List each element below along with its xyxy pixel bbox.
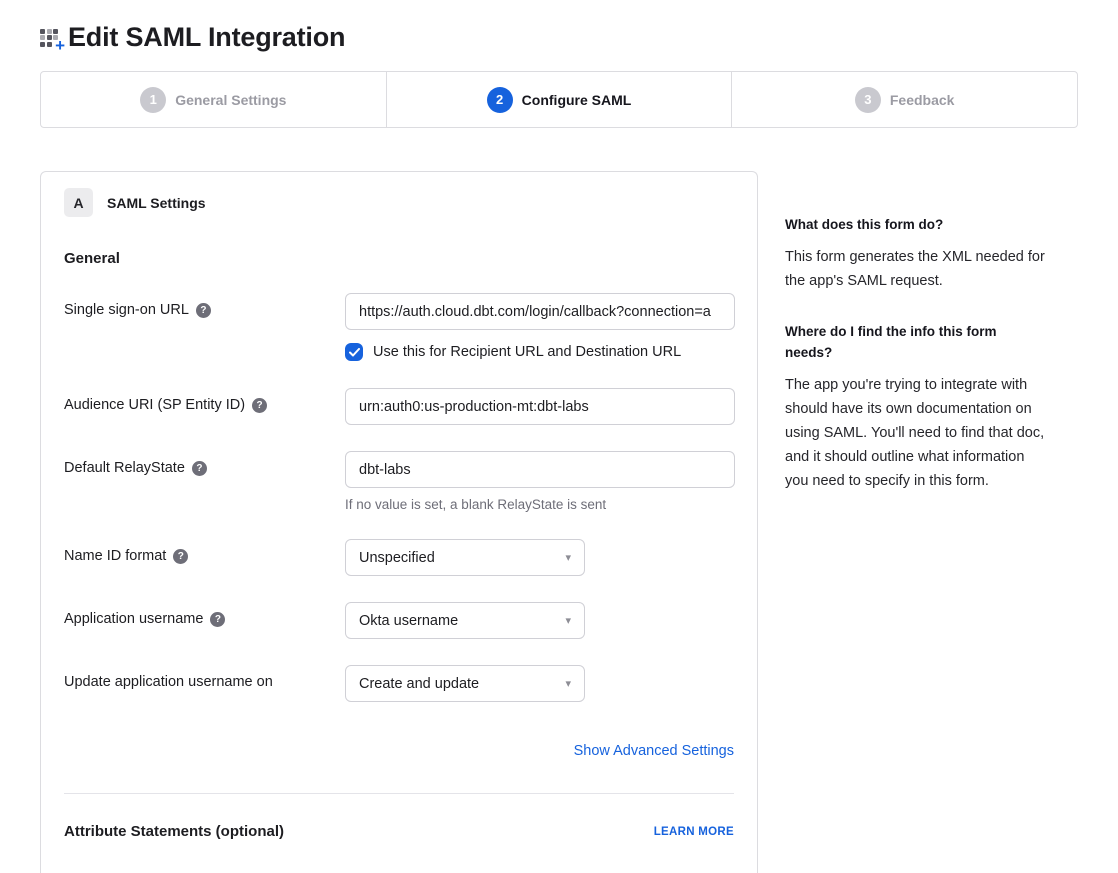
step-general-settings[interactable]: 1 General Settings (41, 72, 387, 127)
form-row-audience-uri: Audience URI (SP Entity ID) ? (64, 388, 734, 425)
checkmark-icon (349, 348, 360, 357)
step-1-label: General Settings (175, 92, 286, 108)
relaystate-input[interactable] (345, 451, 735, 488)
sidebar-question-2: Where do I find the info this form needs… (785, 321, 1047, 363)
name-id-format-help-icon[interactable]: ? (173, 549, 188, 564)
sidebar-question-1: What does this form do? (785, 214, 1047, 235)
content-area: A SAML Settings General Single sign-on U… (0, 171, 1118, 873)
audience-uri-help-icon[interactable]: ? (252, 398, 267, 413)
name-id-format-label: Name ID format (64, 548, 166, 564)
step-2-number-badge: 2 (487, 87, 513, 113)
help-sidebar: What does this form do? This form genera… (785, 171, 1047, 493)
sso-url-help-icon[interactable]: ? (196, 303, 211, 318)
learn-more-link[interactable]: LEARN MORE (654, 826, 734, 838)
form-row-update-username: Update application username on Create an… (64, 665, 734, 702)
saml-settings-panel: A SAML Settings General Single sign-on U… (40, 171, 758, 873)
update-username-select[interactable]: Create and update ▾ (345, 665, 585, 702)
relaystate-label: Default RelayState (64, 460, 185, 476)
audience-uri-input[interactable] (345, 388, 735, 425)
name-id-format-select[interactable]: Unspecified ▾ (345, 539, 585, 576)
app-username-help-icon[interactable]: ? (210, 612, 225, 627)
relaystate-help-icon[interactable]: ? (192, 461, 207, 476)
update-username-label: Update application username on (64, 674, 273, 690)
update-username-value: Create and update (359, 676, 479, 692)
step-configure-saml[interactable]: 2 Configure SAML (387, 72, 733, 127)
attribute-statements-heading: Attribute Statements (optional) (64, 823, 284, 840)
wizard-step-bar: 1 General Settings 2 Configure SAML 3 Fe… (40, 71, 1078, 128)
form-row-sso-url: Single sign-on URL ? Use this for Recipi… (64, 293, 734, 361)
panel-header: A SAML Settings (64, 188, 734, 217)
sso-url-input[interactable] (345, 293, 735, 330)
form-row-app-username: Application username ? Okta username ▾ (64, 602, 734, 639)
attribute-statements-header: Attribute Statements (optional) LEARN MO… (64, 823, 734, 840)
sidebar-answer-2: The app you're trying to integrate with … (785, 373, 1047, 493)
sso-checkbox-row: Use this for Recipient URL and Destinati… (345, 343, 735, 361)
app-username-select[interactable]: Okta username ▾ (345, 602, 585, 639)
recipient-destination-checkbox-label: Use this for Recipient URL and Destinati… (373, 344, 681, 360)
step-feedback[interactable]: 3 Feedback (732, 72, 1077, 127)
audience-uri-label: Audience URI (SP Entity ID) (64, 397, 245, 413)
form-row-name-id-format: Name ID format ? Unspecified ▾ (64, 539, 734, 576)
panel-title: SAML Settings (107, 195, 206, 211)
sidebar-answer-1: This form generates the XML needed for t… (785, 245, 1047, 293)
sso-url-label: Single sign-on URL (64, 302, 189, 318)
step-3-number-badge: 3 (855, 87, 881, 113)
relaystate-hint: If no value is set, a blank RelayState i… (345, 497, 735, 512)
chevron-down-icon: ▾ (565, 677, 571, 690)
app-username-value: Okta username (359, 613, 458, 629)
step-3-label: Feedback (890, 92, 955, 108)
step-1-number-badge: 1 (140, 87, 166, 113)
page-header: + Edit SAML Integration (0, 0, 1118, 53)
plus-icon: + (55, 37, 65, 54)
recipient-destination-checkbox[interactable] (345, 343, 363, 361)
section-divider (64, 793, 734, 794)
app-username-label: Application username (64, 611, 203, 627)
chevron-down-icon: ▾ (565, 551, 571, 564)
edit-saml-integration-page: + Edit SAML Integration 1 General Settin… (0, 0, 1118, 873)
page-title: Edit SAML Integration (68, 22, 345, 53)
chevron-down-icon: ▾ (565, 614, 571, 627)
show-advanced-settings-link[interactable]: Show Advanced Settings (574, 743, 734, 759)
general-section-heading: General (64, 250, 734, 267)
app-grid-plus-icon: + (40, 28, 62, 50)
step-2-label: Configure SAML (522, 92, 632, 108)
section-a-badge: A (64, 188, 93, 217)
form-row-relaystate: Default RelayState ? If no value is set,… (64, 451, 734, 512)
name-id-format-value: Unspecified (359, 550, 435, 566)
